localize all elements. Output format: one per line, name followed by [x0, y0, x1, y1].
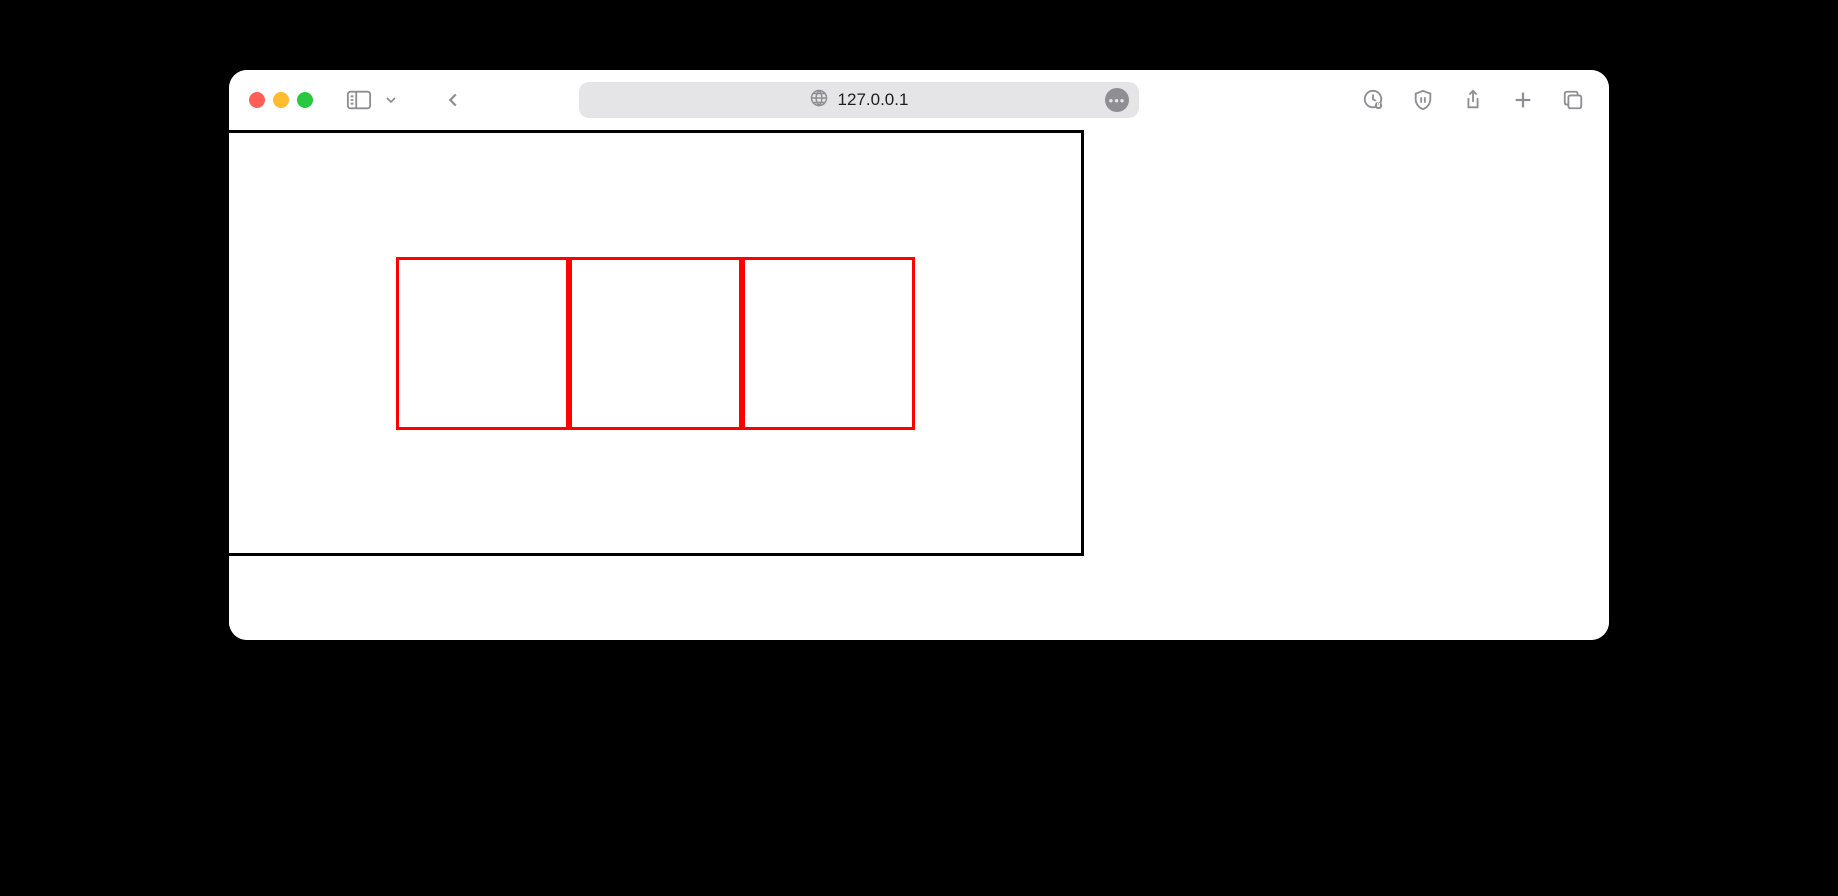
shield-icon [1412, 89, 1434, 111]
minimize-window-button[interactable] [273, 92, 289, 108]
tab-group-dropdown-button[interactable] [375, 84, 407, 116]
browser-toolbar: 127.0.0.1 ••• [229, 70, 1609, 130]
tabs-icon [1562, 89, 1584, 111]
red-box-1 [396, 257, 569, 430]
page-content [229, 130, 1609, 640]
share-button[interactable] [1457, 84, 1489, 116]
outer-black-container [229, 130, 1084, 556]
privacy-report-button[interactable] [1357, 84, 1389, 116]
browser-window: 127.0.0.1 ••• [229, 70, 1609, 640]
page-settings-button[interactable]: ••• [1105, 88, 1129, 112]
privacy-shield-icon [1362, 89, 1384, 111]
plus-icon [1512, 89, 1534, 111]
close-window-button[interactable] [249, 92, 265, 108]
url-text: 127.0.0.1 [838, 90, 909, 110]
window-controls [249, 92, 313, 108]
shield-button[interactable] [1407, 84, 1439, 116]
new-tab-button[interactable] [1507, 84, 1539, 116]
sidebar-toggle-button[interactable] [343, 84, 375, 116]
chevron-left-icon [442, 89, 464, 111]
chevron-down-icon [383, 92, 399, 108]
sidebar-icon [346, 89, 372, 111]
toolbar-right [1357, 84, 1589, 116]
tabs-overview-button[interactable] [1557, 84, 1589, 116]
share-icon [1462, 89, 1484, 111]
red-boxes-row [396, 257, 915, 430]
red-box-2 [569, 257, 742, 430]
maximize-window-button[interactable] [297, 92, 313, 108]
address-bar[interactable]: 127.0.0.1 ••• [579, 82, 1139, 118]
red-box-3 [742, 257, 915, 430]
ellipsis-icon: ••• [1109, 93, 1126, 108]
back-button[interactable] [437, 84, 469, 116]
globe-icon [810, 89, 828, 112]
